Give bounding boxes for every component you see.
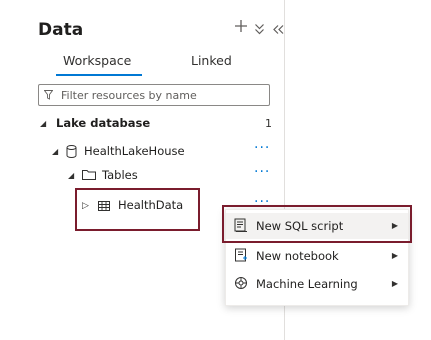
panel-title: Data <box>38 20 84 40</box>
collapse-caret-icon[interactable]: ◢ <box>68 171 74 180</box>
tab-workspace[interactable]: Workspace <box>63 53 131 68</box>
tab-linked[interactable]: Linked <box>191 53 232 68</box>
database-icon <box>66 145 77 161</box>
submenu-arrow-icon: ▶ <box>391 251 398 260</box>
menu-item-new-notebook[interactable]: New notebook ▶ <box>226 243 408 269</box>
chevron-double-down-icon[interactable] <box>254 20 265 39</box>
filter-input[interactable] <box>59 86 263 104</box>
filter-icon <box>44 90 53 100</box>
tree-section-lake-database[interactable]: ◢ Lake database 1 <box>38 116 278 136</box>
notebook-icon <box>234 248 248 266</box>
collapse-caret-icon[interactable]: ◢ <box>40 119 46 128</box>
database-label: HealthLakeHouse <box>84 144 185 158</box>
submenu-arrow-icon: ▶ <box>391 279 398 288</box>
tab-bar: Workspace Linked <box>38 50 278 78</box>
more-actions-icon[interactable]: ··· <box>254 140 270 156</box>
folder-icon <box>82 169 96 183</box>
menu-item-label: New notebook <box>256 249 339 263</box>
menu-item-label: Machine Learning <box>256 277 358 291</box>
plus-icon[interactable] <box>234 18 248 37</box>
section-label: Lake database <box>56 116 151 130</box>
tree-item-tables-folder[interactable]: ◢ Tables ··· <box>38 164 278 188</box>
highlight-box-table <box>75 188 200 231</box>
highlight-box-menu-item <box>222 205 412 243</box>
tree-item-database[interactable]: ◢ HealthLakeHouse ··· <box>38 140 278 164</box>
collapse-caret-icon[interactable]: ◢ <box>52 147 58 156</box>
machine-learning-icon <box>234 276 248 293</box>
selected-tab-indicator <box>56 74 142 76</box>
folder-label: Tables <box>102 168 138 182</box>
more-actions-icon[interactable]: ··· <box>254 164 270 180</box>
section-count: 1 <box>265 117 272 130</box>
menu-item-machine-learning[interactable]: Machine Learning ▶ <box>226 271 408 297</box>
filter-box[interactable] <box>38 84 270 106</box>
chevron-double-left-icon[interactable] <box>272 20 284 39</box>
